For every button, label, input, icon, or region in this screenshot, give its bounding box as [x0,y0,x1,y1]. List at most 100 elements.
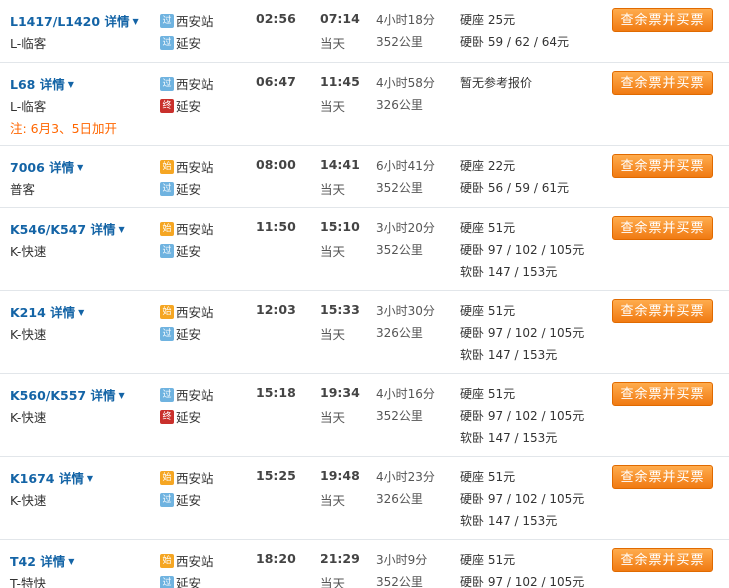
arrival-time: 19:48 [320,468,360,483]
price-line: 暂无参考报价 [460,76,533,90]
departure-station-name: 西安站 [176,77,214,92]
train-number[interactable]: L1417/L1420 [10,14,100,29]
price-line: 硬座 51元 [460,553,516,567]
price-line: 软卧 147 / 153元 [460,348,558,362]
check-tickets-button[interactable]: 查余票并买票 [612,71,713,95]
price-line: 软卧 147 / 153元 [460,514,558,528]
pass-station-icon: 过 [160,243,174,258]
duration: 3小时20分 [376,221,435,235]
train-row: K214 详情 ▼ K-快速 始西安站 过延安 12:03 15:33 当天 3小… [0,291,729,374]
departure-time: 18:20 [256,551,296,566]
train-row: K1674 详情 ▼ K-快速 始西安站 过延安 15:25 19:48 当天 4… [0,457,729,540]
departure-time: 15:25 [256,468,296,483]
arrival-day: 当天 [320,576,346,588]
origin-station-icon: 始 [160,553,174,568]
departure-time: 15:18 [256,385,296,400]
price-line: 硬卧 97 / 102 / 105元 [460,575,585,588]
chevron-down-icon[interactable]: ▼ [119,225,125,234]
train-number-link[interactable]: K1674 详情 ▼ [10,468,93,487]
price-line: 硬座 25元 [460,13,516,27]
check-tickets-button[interactable]: 查余票并买票 [612,548,713,572]
chevron-down-icon[interactable]: ▼ [132,17,138,26]
arrival-day: 当天 [320,182,346,197]
departure-station: 始西安站 [160,219,214,238]
distance: 326公里 [376,326,423,340]
train-number-link[interactable]: K214 详情 ▼ [10,302,84,321]
train-detail-label[interactable]: 详情 [40,77,65,92]
price-line: 硬座 51元 [460,470,516,484]
check-tickets-button[interactable]: 查余票并买票 [612,8,713,32]
arrival-station: 过延安 [160,33,201,52]
train-number-link[interactable]: T42 详情 ▼ [10,551,74,570]
price-line: 硬座 51元 [460,304,516,318]
train-detail-label[interactable]: 详情 [90,388,115,403]
check-tickets-button[interactable]: 查余票并买票 [612,382,713,406]
departure-time: 12:03 [256,302,296,317]
train-number-link[interactable]: K560/K557 详情 ▼ [10,385,125,404]
terminal-station-icon: 终 [160,98,174,113]
price-line: 硬座 51元 [460,387,516,401]
train-detail-label[interactable]: 详情 [40,554,65,569]
check-tickets-button[interactable]: 查余票并买票 [612,299,713,323]
train-detail-label[interactable]: 详情 [59,471,84,486]
train-detail-label[interactable]: 详情 [50,305,75,320]
arrival-time: 19:34 [320,385,360,400]
check-tickets-button[interactable]: 查余票并买票 [612,154,713,178]
distance: 352公里 [376,575,423,588]
arrival-station-name: 延安 [176,493,202,508]
arrival-time: 15:33 [320,302,360,317]
train-detail-label[interactable]: 详情 [90,222,115,237]
chevron-down-icon[interactable]: ▼ [119,391,125,400]
duration: 6小时41分 [376,159,435,173]
duration: 4小时18分 [376,13,435,27]
chevron-down-icon[interactable]: ▼ [68,557,74,566]
pass-station-icon: 过 [160,492,174,507]
check-tickets-button[interactable]: 查余票并买票 [612,216,713,240]
arrival-station: 过延安 [160,241,201,260]
terminal-station-icon: 终 [160,409,174,424]
departure-time: 06:47 [256,74,296,89]
train-number[interactable]: K560/K557 [10,388,86,403]
train-number[interactable]: K214 [10,305,46,320]
departure-time: 02:56 [256,11,296,26]
departure-station: 始西安站 [160,302,214,321]
train-number[interactable]: T42 [10,554,36,569]
chevron-down-icon[interactable]: ▼ [77,163,83,172]
duration: 4小时58分 [376,76,435,90]
train-number-link[interactable]: L1417/L1420 详情 ▼ [10,11,139,30]
train-detail-label[interactable]: 详情 [104,14,129,29]
departure-time: 08:00 [256,157,296,172]
distance: 352公里 [376,181,423,195]
departure-station-name: 西安站 [176,471,214,486]
train-number[interactable]: L68 [10,77,35,92]
origin-station-icon: 始 [160,159,174,174]
price-line: 软卧 147 / 153元 [460,431,558,445]
pass-station-icon: 过 [160,35,174,50]
chevron-down-icon[interactable]: ▼ [78,308,84,317]
train-type: K-快速 [10,410,47,425]
train-number[interactable]: K1674 [10,471,54,486]
train-row: 7006 详情 ▼ 普客 始西安站 过延安 08:00 14:41 当天 6小时4… [0,146,729,208]
check-tickets-button[interactable]: 查余票并买票 [612,465,713,489]
origin-station-icon: 始 [160,221,174,236]
departure-station-name: 西安站 [176,554,214,569]
arrival-station: 过延安 [160,179,201,198]
pass-station-icon: 过 [160,13,174,28]
departure-station: 始西安站 [160,551,214,570]
arrival-time: 15:10 [320,219,360,234]
train-number[interactable]: K546/K547 [10,222,86,237]
pass-station-icon: 过 [160,387,174,402]
train-type: K-快速 [10,327,47,342]
chevron-down-icon[interactable]: ▼ [68,80,74,89]
arrival-time: 14:41 [320,157,360,172]
price-line: 硬座 51元 [460,221,516,235]
train-detail-label[interactable]: 详情 [49,160,74,175]
chevron-down-icon[interactable]: ▼ [87,474,93,483]
train-number-link[interactable]: K546/K547 详情 ▼ [10,219,125,238]
departure-station: 始西安站 [160,157,214,176]
train-number-link[interactable]: L68 详情 ▼ [10,74,74,93]
train-number[interactable]: 7006 [10,160,45,175]
train-type: K-快速 [10,493,47,508]
arrival-day: 当天 [320,327,346,342]
train-number-link[interactable]: 7006 详情 ▼ [10,157,83,176]
